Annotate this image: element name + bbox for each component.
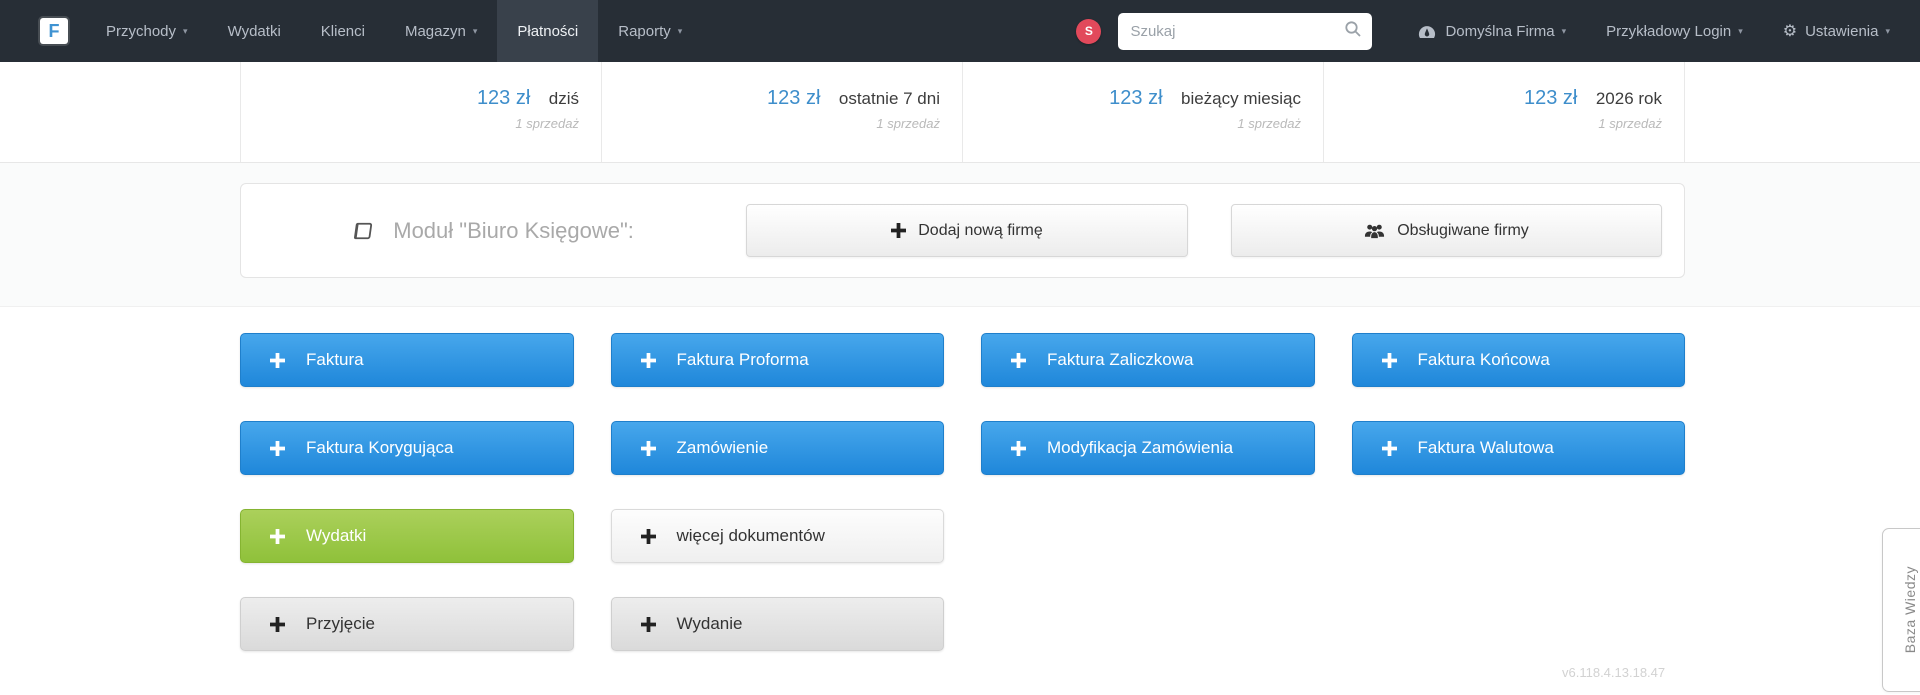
users-icon	[1365, 224, 1385, 238]
new-faktura-button[interactable]: Faktura	[240, 333, 574, 387]
chevron-down-icon: ▾	[1561, 25, 1567, 36]
chevron-down-icon: ▾	[1885, 25, 1890, 36]
nav-item-platnosci[interactable]: Płatności	[497, 0, 599, 62]
stat-value-link[interactable]: 123 zł	[477, 87, 530, 109]
chevron-down-icon: ▾	[472, 25, 478, 36]
new-faktura-walutowa-button[interactable]: Faktura Walutowa	[1351, 421, 1685, 475]
user-menu[interactable]: Przykładowy Login ▾	[1586, 0, 1763, 62]
new-faktura-korygujaca-button[interactable]: Faktura Korygująca	[240, 421, 574, 475]
stat-label: ostatnie 7 dni	[838, 89, 940, 108]
stat-year: 123 zł 2026 rok 1 sprzedaż	[1323, 62, 1685, 162]
plus-icon	[891, 223, 907, 238]
chevron-down-icon: ▾	[1738, 25, 1743, 36]
plus-icon	[270, 352, 285, 368]
nav-item-wydatki[interactable]: Wydatki	[208, 0, 301, 62]
new-przyjecie-button[interactable]: Przyjęcie	[240, 597, 574, 651]
nav-item-przychody[interactable]: Przychody ▾	[86, 0, 208, 62]
new-wydanie-button[interactable]: Wydanie	[610, 597, 944, 651]
new-faktura-zaliczkowa-button[interactable]: Faktura Zaliczkowa	[981, 333, 1315, 387]
nav-item-klienci[interactable]: Klienci	[301, 0, 385, 62]
stat-subtext: 1 sprzedaż	[515, 116, 579, 131]
gear-icon: ⚙	[1782, 23, 1798, 40]
new-faktura-koncowa-button[interactable]: Faktura Końcowa	[1351, 333, 1685, 387]
book-icon	[354, 222, 373, 239]
search-input[interactable]	[1130, 23, 1345, 40]
chevron-down-icon: ▾	[677, 25, 683, 36]
stat-last-7-days: 123 zł ostatnie 7 dni 1 sprzedaż	[601, 62, 962, 162]
plus-icon	[640, 352, 656, 368]
search-box[interactable]	[1118, 13, 1373, 50]
dashboard-gauge-icon	[1418, 24, 1436, 39]
stat-value-link[interactable]: 123 zł	[1109, 87, 1162, 109]
settings-menu[interactable]: ⚙ Ustawienia ▾	[1763, 0, 1910, 62]
document-actions-section: Faktura Faktura Proforma Faktura Zaliczk…	[0, 307, 1920, 695]
search-icon[interactable]	[1344, 20, 1362, 43]
more-documents-button[interactable]: więcej dokumentów	[610, 509, 944, 563]
stat-subtext: 1 sprzedaż	[1598, 116, 1662, 131]
stat-value-link[interactable]: 123 zł	[1524, 87, 1577, 109]
plus-icon	[1011, 352, 1026, 368]
notification-badge[interactable]: S	[1076, 19, 1102, 44]
sales-stats-row: 123 zł dziś 1 sprzedaż 123 zł ostatnie 7…	[0, 62, 1920, 163]
plus-icon	[640, 440, 656, 456]
plus-icon	[1381, 352, 1397, 368]
company-menu[interactable]: Domyślna Firma ▾	[1398, 0, 1586, 62]
stat-label: 2026 rok	[1595, 89, 1662, 108]
stat-subtext: 1 sprzedaż	[876, 116, 940, 131]
app-logo[interactable]: F	[40, 18, 68, 44]
top-navbar: F Przychody ▾ Wydatki Klienci Magazyn ▾ …	[0, 0, 1920, 62]
knowledge-base-tab[interactable]: Baza Wiedzy	[1882, 528, 1920, 692]
plus-icon	[640, 616, 656, 632]
plus-icon	[270, 616, 285, 632]
plus-icon	[270, 528, 285, 544]
stat-label: dziś	[548, 89, 579, 108]
new-wydatki-button[interactable]: Wydatki	[240, 509, 574, 563]
stat-today: 123 zł dziś 1 sprzedaż	[240, 62, 601, 162]
stat-subtext: 1 sprzedaż	[1237, 116, 1301, 131]
plus-icon	[1381, 440, 1397, 456]
supported-companies-button[interactable]: Obsługiwane firmy	[1231, 204, 1662, 257]
app-version: v6.118.4.13.18.47	[1562, 665, 1666, 680]
stat-label: bieżący miesiąc	[1181, 89, 1301, 108]
stat-current-month: 123 zł bieżący miesiąc 1 sprzedaż	[962, 62, 1323, 162]
nav-item-raporty[interactable]: Raporty ▾	[598, 0, 702, 62]
navbar-right-group: Domyślna Firma ▾ Przykładowy Login ▾ ⚙ U…	[1398, 0, 1910, 62]
new-modyfikacja-zamowienia-button[interactable]: Modyfikacja Zamówienia	[981, 421, 1315, 475]
plus-icon	[270, 440, 285, 456]
plus-icon	[1011, 440, 1026, 456]
chevron-down-icon: ▾	[183, 25, 188, 36]
stat-value-link[interactable]: 123 zł	[767, 87, 820, 109]
nav-item-magazyn[interactable]: Magazyn ▾	[385, 0, 497, 62]
plus-icon	[640, 528, 656, 544]
navbar-spacer	[702, 0, 1076, 62]
module-title: Moduł "Biuro Księgowe":	[241, 218, 746, 244]
add-company-button[interactable]: Dodaj nową firmę	[746, 204, 1188, 257]
new-faktura-proforma-button[interactable]: Faktura Proforma	[610, 333, 944, 387]
accounting-module-card: Moduł "Biuro Księgowe": Dodaj nową firmę…	[240, 183, 1685, 278]
new-zamowienie-button[interactable]: Zamówienie	[610, 421, 944, 475]
accounting-module-band: Moduł "Biuro Księgowe": Dodaj nową firmę…	[0, 163, 1920, 307]
